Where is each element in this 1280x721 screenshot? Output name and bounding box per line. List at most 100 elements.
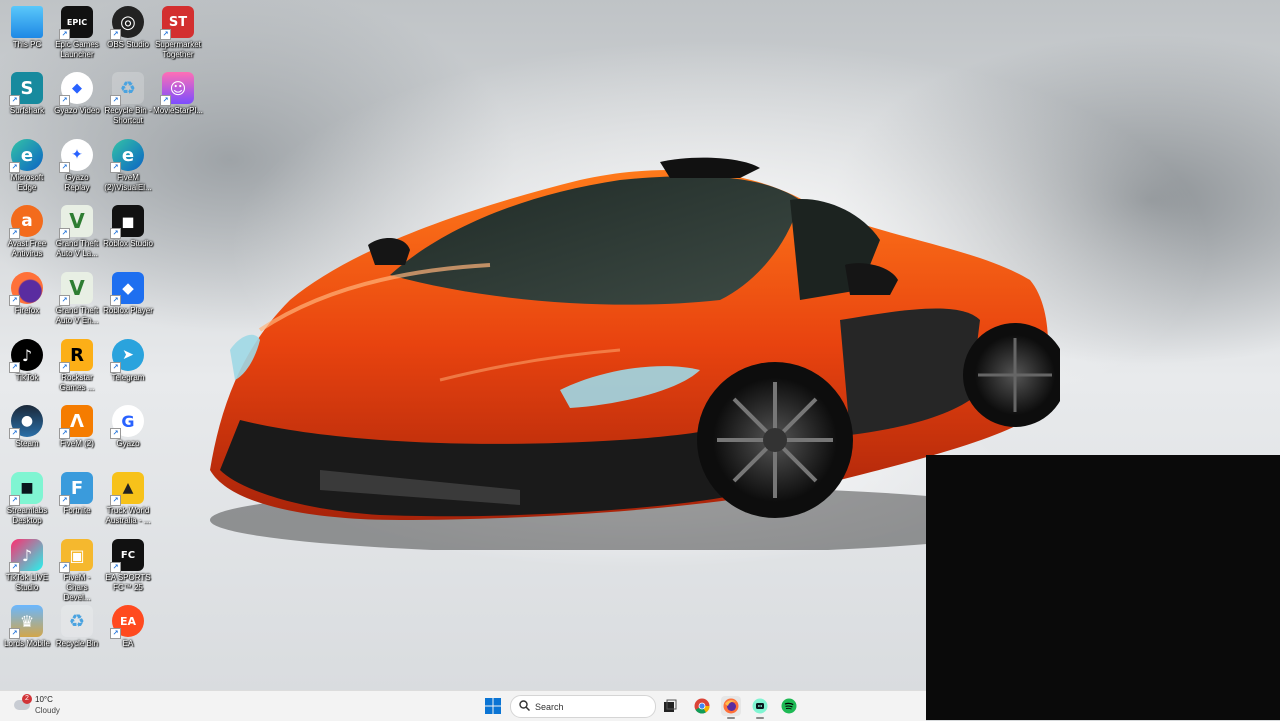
notification-badge: 2 — [22, 694, 32, 704]
shortcut-arrow-icon: ↗ — [9, 228, 20, 239]
edge-icon: e ↗ — [110, 139, 144, 173]
desktop-icon[interactable]: ◎ ↗ OBS Studio — [103, 2, 153, 50]
ea-icon: EA ↗ — [110, 605, 144, 639]
shortcut-arrow-icon: ↗ — [59, 29, 70, 40]
desktop-icon-label: FiveM - Chars Devel... — [63, 573, 91, 602]
desktop-icon[interactable]: ◆ ↗ Gyazo Video — [52, 68, 102, 116]
fivem-box-icon: ▣ ↗ — [59, 539, 93, 573]
telegram-icon: ➤ ↗ — [110, 339, 144, 373]
desktop-icon[interactable]: ✦ ↗ Gyazo Replay — [52, 135, 102, 193]
desktop-icon[interactable]: ♻ Recycle Bin — [52, 601, 102, 649]
gyazo-replay-icon: ✦ ↗ — [59, 139, 93, 173]
desktop-icon-label: Firefox — [14, 306, 40, 315]
shortcut-arrow-icon: ↗ — [110, 562, 121, 573]
fivem-icon: Λ ↗ — [59, 405, 93, 439]
spotify-button[interactable] — [779, 696, 799, 716]
epic-games-icon: EPIC ↗ — [59, 6, 93, 40]
desktop-icon-label: Supermarket Together — [155, 40, 201, 59]
desktop-icon[interactable]: e ↗ FiveM (2)\VisualEl... — [103, 135, 153, 193]
desktop-icon[interactable]: EA ↗ EA — [103, 601, 153, 649]
recycle-bin-icon: ♻ ↗ — [110, 72, 144, 106]
desktop-icon[interactable]: V ↗ Grand Theft Auto V En... — [52, 268, 102, 326]
desktop-icon[interactable]: V ↗ Grand Theft Auto V La... — [52, 201, 102, 259]
desktop-icon[interactable]: e ↗ Microsoft Edge — [2, 135, 52, 193]
ea-fc-icon: FC ↗ — [110, 539, 144, 573]
start-button[interactable] — [483, 696, 503, 716]
desktop-icon[interactable]: R ↗ Rockstar Games ... — [52, 335, 102, 393]
shortcut-arrow-icon: ↗ — [59, 295, 70, 306]
desktop-icon[interactable]: ♪ ↗ TikTok — [2, 335, 52, 383]
shortcut-arrow-icon: ↗ — [110, 495, 121, 506]
gta-v-icon: V ↗ — [59, 205, 93, 239]
desktop-icon[interactable]: S ↗ Surfshark — [2, 68, 52, 116]
taskbar-search[interactable] — [510, 695, 656, 718]
chrome-icon — [694, 698, 710, 714]
desktop-icon[interactable]: ☺ ↗ MovieStarPl... — [153, 68, 203, 116]
desktop-icon-label: Avast Free Antivirus — [7, 239, 47, 258]
desktop-icon-label: MovieStarPl... — [153, 106, 203, 115]
firefox-icon — [723, 698, 739, 714]
desktop-icon-label: Epic Games Launcher — [55, 40, 99, 59]
desktop-icon[interactable]: ST ↗ Supermarket Together — [153, 2, 203, 60]
shortcut-arrow-icon: ↗ — [110, 95, 121, 106]
streamlabs-button[interactable] — [750, 696, 770, 719]
desktop-icon[interactable]: ◼ ↗ Roblox Studio — [103, 201, 153, 249]
desktop-icon[interactable]: a ↗ Avast Free Antivirus — [2, 201, 52, 259]
desktop-icon[interactable]: ■ ↗ Streamlabs Desktop — [2, 468, 52, 526]
desktop-icon[interactable]: Λ ↗ FiveM (2) — [52, 401, 102, 449]
shortcut-arrow-icon: ↗ — [9, 162, 20, 173]
desktop-icon[interactable]: ♛ ↗ Lords Mobile — [2, 601, 52, 649]
desktop-icon[interactable]: G ↗ Gyazo — [103, 401, 153, 449]
desktop-icon[interactable]: ▲ ↗ Truck World Australia - ... — [103, 468, 153, 526]
chrome-button[interactable] — [692, 696, 712, 716]
shortcut-arrow-icon: ↗ — [110, 428, 121, 439]
desktop-icon-label: Rockstar Games ... — [59, 373, 95, 392]
desktop-icon[interactable]: EPIC ↗ Epic Games Launcher — [52, 2, 102, 60]
lords-mobile-icon: ♛ ↗ — [9, 605, 43, 639]
desktop-icon-label: TikTok — [15, 373, 39, 382]
desktop-icon[interactable]: F ↗ Fortnite — [52, 468, 102, 516]
desktop-icon-label: Steam — [15, 439, 39, 448]
task-view-button[interactable] — [660, 696, 680, 716]
desktop-icon-label: OBS Studio — [107, 40, 149, 49]
shortcut-arrow-icon: ↗ — [59, 362, 70, 373]
desktop-icon-label: EA — [122, 639, 134, 648]
desktop-icon[interactable]: ➤ ↗ Telegram — [103, 335, 153, 383]
shortcut-arrow-icon: ↗ — [9, 562, 20, 573]
shortcut-arrow-icon: ↗ — [59, 228, 70, 239]
shortcut-arrow-icon: ↗ — [9, 495, 20, 506]
shortcut-arrow-icon: ↗ — [9, 295, 20, 306]
shortcut-arrow-icon: ↗ — [59, 95, 70, 106]
desktop-icon[interactable]: ↗ Firefox — [2, 268, 52, 316]
roblox-player-icon: ◆ ↗ — [110, 272, 144, 306]
obs-icon: ◎ ↗ — [110, 6, 144, 40]
desktop-icon-label: Grand Theft Auto V La... — [55, 239, 99, 258]
tiktok-live-icon: ♪ ↗ — [9, 539, 43, 573]
shortcut-arrow-icon: ↗ — [59, 428, 70, 439]
desktop-icon[interactable]: ◆ ↗ Roblox Player — [103, 268, 153, 316]
shortcut-arrow-icon: ↗ — [59, 162, 70, 173]
supermarket-together-icon: ST ↗ — [160, 6, 194, 40]
moviestarplanet-icon: ☺ ↗ — [160, 72, 194, 106]
desktop-icon[interactable]: ♪ ↗ TikTok LIVE Studio — [2, 535, 52, 593]
desktop-icon-label: Gyazo — [116, 439, 140, 448]
desktop-icon[interactable]: ● ↗ Steam — [2, 401, 52, 449]
shortcut-arrow-icon: ↗ — [9, 628, 20, 639]
surfshark-icon: S ↗ — [9, 72, 43, 106]
gta-v-icon: V ↗ — [59, 272, 93, 306]
desktop-icon[interactable]: ▣ ↗ FiveM - Chars Devel... — [52, 535, 102, 603]
desktop-icon-label: Gyazo Replay — [64, 173, 90, 192]
firefox-button[interactable] — [721, 696, 741, 719]
shortcut-arrow-icon: ↗ — [110, 228, 121, 239]
desktop-icon[interactable]: FC ↗ EA SPORTS FC™ 25 — [103, 535, 153, 593]
desktop-icon-label: Recycle Bin - Shortcut — [104, 106, 152, 125]
desktop-icon[interactable]: This PC — [2, 2, 52, 50]
gyazo-video-icon: ◆ ↗ — [59, 72, 93, 106]
shortcut-arrow-icon: ↗ — [9, 95, 20, 106]
shortcut-arrow-icon: ↗ — [9, 428, 20, 439]
desktop-icon[interactable]: ♻ ↗ Recycle Bin - Shortcut — [103, 68, 153, 126]
desktop-icon-label: This PC — [12, 40, 42, 49]
weather-temperature: 10°C — [35, 695, 53, 704]
search-input[interactable] — [533, 699, 647, 715]
edge-icon: e ↗ — [9, 139, 43, 173]
